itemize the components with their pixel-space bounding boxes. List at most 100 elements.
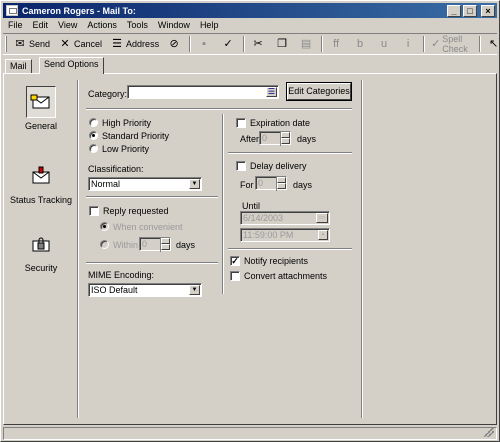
after-days-unit: days — [297, 134, 317, 144]
general-envelope-icon — [30, 94, 50, 109]
cancel-button[interactable]: ✕ Cancel — [54, 35, 106, 53]
check-names-button[interactable]: ✓ — [217, 35, 241, 53]
menu-tools[interactable]: Tools — [122, 20, 153, 30]
until-time-field[interactable]: 11:59:00 PM ▪ — [240, 228, 330, 242]
for-days-stepper[interactable]: 0 — [255, 176, 287, 191]
paperclip-icon: ⊘ — [169, 37, 179, 50]
menu-file[interactable]: File — [3, 20, 28, 30]
tab-mail[interactable]: Mail — [5, 59, 32, 73]
until-date-field[interactable]: 6/14/2003 ▭ — [240, 211, 330, 225]
menu-bar: File Edit View Actions Tools Window Help — [3, 18, 497, 32]
low-priority-label[interactable]: Low Priority — [102, 144, 149, 154]
close-button[interactable]: × — [481, 4, 495, 17]
standard-priority-label[interactable]: Standard Priority — [102, 131, 169, 141]
edit-categories-button[interactable]: Edit Categories — [286, 82, 352, 101]
for-label: For — [240, 180, 254, 190]
convert-attachments-checkbox[interactable] — [230, 271, 240, 281]
after-spinner[interactable] — [280, 132, 290, 146]
security-lock-icon — [32, 237, 50, 252]
toolbar-overflow-button[interactable]: ↖ » — [483, 35, 500, 53]
menu-window[interactable]: Window — [153, 20, 195, 30]
spell-check-button[interactable]: ✓ Spell Check — [427, 34, 477, 54]
underline-button[interactable]: u — [373, 35, 397, 53]
mime-encoding-label: MIME Encoding: — [88, 270, 155, 280]
sidebar-item-general[interactable]: General — [4, 86, 78, 131]
convert-attachments-label[interactable]: Convert attachments — [244, 271, 327, 281]
underline-icon: u — [381, 37, 388, 50]
sidebar-label-general: General — [24, 121, 58, 131]
after-days-stepper[interactable]: 0 — [259, 131, 291, 146]
clock-icon[interactable]: ▪ — [318, 230, 328, 240]
notify-recipients-label[interactable]: Notify recipients — [244, 256, 308, 266]
toolbar-grip[interactable] — [5, 36, 7, 52]
address-button[interactable]: ☰ Address — [106, 35, 163, 53]
spell-check-icon: ✓ — [431, 37, 441, 50]
within-label[interactable]: Within — [113, 240, 138, 250]
calendar-icon[interactable]: ▭ — [316, 213, 328, 223]
cancel-icon: ✕ — [60, 37, 70, 50]
mime-encoding-select[interactable]: ISO Default ▼ — [88, 283, 202, 297]
font-button[interactable]: ff — [325, 35, 349, 53]
high-priority-radio[interactable] — [89, 118, 98, 127]
when-convenient-radio[interactable] — [100, 222, 109, 231]
tab-strip: Mail Send Options — [3, 57, 497, 74]
disk-icon: ▪ — [202, 37, 207, 50]
maximize-button[interactable]: □ — [463, 4, 477, 17]
classification-select[interactable]: Normal ▼ — [88, 177, 202, 191]
cut-button[interactable]: ✂ — [247, 35, 271, 53]
low-priority-radio[interactable] — [89, 144, 98, 153]
sidebar-label-status-tracking: Status Tracking — [9, 195, 73, 205]
title-bar[interactable]: Cameron Rogers - Mail To: _ □ × — [3, 3, 497, 18]
menu-actions[interactable]: Actions — [82, 20, 122, 30]
high-priority-label[interactable]: High Priority — [102, 118, 151, 128]
when-convenient-label[interactable]: When convenient — [113, 222, 183, 232]
within-days-stepper[interactable]: 0 — [139, 237, 171, 252]
for-spinner[interactable] — [276, 177, 286, 191]
bold-icon: b — [357, 37, 364, 50]
menu-edit[interactable]: Edit — [28, 20, 54, 30]
classification-divider — [86, 196, 218, 198]
toolbar-separator — [189, 36, 192, 52]
chevron-down-icon: ▼ — [189, 179, 200, 189]
chevron-down-icon: ▼ — [189, 285, 200, 295]
expiration-date-checkbox[interactable] — [236, 118, 246, 128]
menu-help[interactable]: Help — [195, 20, 224, 30]
within-spinner[interactable] — [160, 238, 170, 252]
sidebar-label-security: Security — [24, 263, 58, 273]
attach-button[interactable]: ⊘ — [163, 35, 187, 53]
category-field[interactable]: ☰ — [127, 85, 279, 99]
options-sidebar: General Status Tracking Security — [4, 74, 78, 424]
bold-button[interactable]: b — [349, 35, 373, 53]
paste-icon: ▤ — [300, 37, 312, 50]
font-icon: ff — [333, 37, 340, 50]
for-days-unit: days — [293, 180, 313, 190]
delay-delivery-label[interactable]: Delay delivery — [250, 161, 307, 171]
italic-icon: i — [406, 37, 410, 50]
italic-button[interactable]: i — [397, 35, 421, 53]
expiration-date-label[interactable]: Expiration date — [250, 118, 310, 128]
reply-requested-checkbox[interactable] — [89, 206, 99, 216]
reply-requested-label[interactable]: Reply requested — [103, 206, 169, 216]
minimize-button[interactable]: _ — [447, 4, 461, 17]
toolbar: ✉ Send ✕ Cancel ☰ Address ⊘ ▪ ✓ ✂ ❐ ▤ ff… — [3, 33, 500, 55]
help-pointer-icon: ↖ — [488, 37, 499, 50]
after-label: After — [240, 134, 260, 144]
notify-recipients-checkbox[interactable]: ✓ — [230, 256, 240, 266]
menu-view[interactable]: View — [53, 20, 82, 30]
save-button[interactable]: ▪ — [193, 35, 217, 53]
within-days-unit: days — [176, 240, 196, 250]
resize-grip[interactable] — [484, 427, 494, 437]
tab-send-options[interactable]: Send Options — [39, 57, 104, 74]
sidebar-item-security[interactable]: Security — [4, 228, 78, 273]
copy-button[interactable]: ❐ — [271, 35, 295, 53]
within-radio[interactable] — [100, 240, 109, 249]
sidebar-item-status-tracking[interactable]: Status Tracking — [4, 160, 78, 205]
reply-divider — [86, 262, 218, 264]
send-button[interactable]: ✉ Send — [9, 35, 54, 53]
paste-button[interactable]: ▤ — [295, 35, 319, 53]
classification-label: Classification: — [88, 164, 144, 174]
standard-priority-radio[interactable] — [89, 131, 98, 140]
toolbar-separator — [423, 36, 426, 52]
expiration-divider — [228, 152, 352, 154]
delay-delivery-checkbox[interactable] — [236, 161, 246, 171]
